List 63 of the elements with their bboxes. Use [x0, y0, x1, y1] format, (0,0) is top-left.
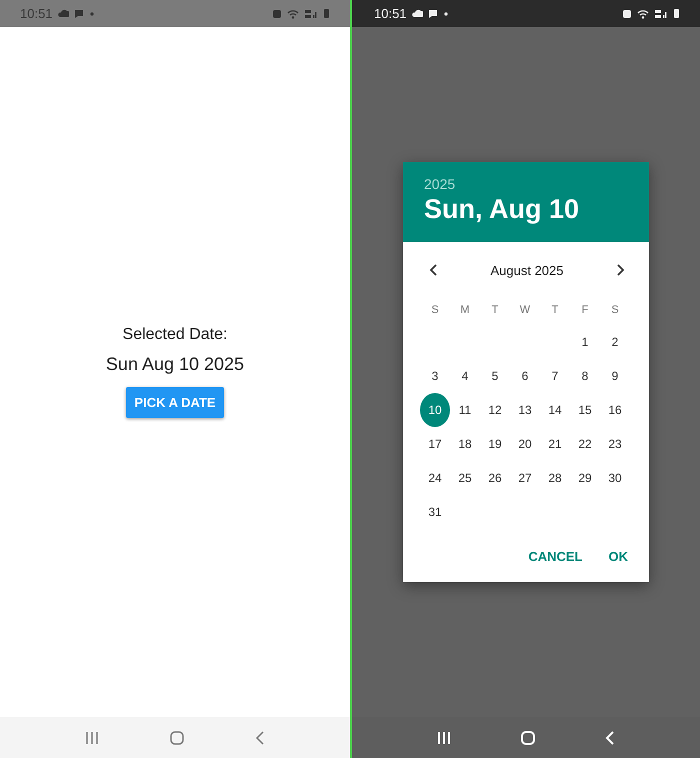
calendar-day[interactable]: 23 — [600, 427, 630, 461]
calendar-day[interactable]: 1 — [570, 325, 600, 359]
calendar-day[interactable]: 16 — [600, 393, 630, 427]
date-text: Sun, Aug 10 — [424, 194, 580, 225]
dot-icon — [442, 10, 449, 16]
calendar-day[interactable]: 6 — [510, 359, 540, 393]
weekday-label: S — [430, 303, 440, 318]
calendar-day[interactable]: 26 — [480, 461, 510, 495]
weekday-label: T — [490, 303, 500, 318]
cloud-icon — [58, 9, 69, 18]
calendar-day[interactable]: 21 — [540, 427, 570, 461]
back-icon[interactable] — [255, 730, 265, 746]
calendar-day[interactable]: 8 — [570, 359, 600, 393]
calendar-day[interactable]: 14 — [540, 393, 570, 427]
recent-apps-icon[interactable] — [85, 730, 99, 744]
calendar-day[interactable]: 24 — [420, 461, 450, 495]
calendar-day[interactable]: 17 — [420, 427, 450, 461]
weekday-label: T — [550, 303, 560, 318]
calendar-day[interactable]: 2 — [600, 325, 630, 359]
home-icon[interactable] — [169, 730, 185, 746]
calendar-day[interactable]: 20 — [510, 427, 540, 461]
weekday-label: F — [580, 303, 590, 318]
calendar-day[interactable]: 11 — [450, 393, 480, 427]
weekday-label: W — [518, 303, 532, 318]
ok-button[interactable]: OK — [596, 538, 641, 574]
wifi-icon — [637, 8, 649, 18]
calendar-day[interactable]: 29 — [570, 461, 600, 495]
chevron-left-icon[interactable] — [429, 264, 439, 276]
calendar-day[interactable]: 3 — [420, 359, 450, 393]
calendar-day[interactable]: 15 — [570, 393, 600, 427]
battery-icon — [323, 8, 330, 19]
dot-icon — [88, 10, 95, 16]
calendar-day[interactable]: 30 — [600, 461, 630, 495]
weekday-label: S — [610, 303, 620, 318]
message-icon — [428, 8, 438, 18]
message-icon — [74, 8, 84, 18]
chevron-right-icon[interactable] — [614, 264, 625, 276]
calendar-day[interactable]: 7 — [540, 359, 570, 393]
calendar-day[interactable]: 22 — [570, 427, 600, 461]
calendar-day[interactable]: 31 — [420, 495, 450, 529]
clock: 10:51 — [374, 6, 407, 21]
month-title: August 2025 — [490, 262, 564, 278]
calendar-day[interactable]: 18 — [450, 427, 480, 461]
calendar-day[interactable]: 28 — [540, 461, 570, 495]
signal-icon — [654, 8, 668, 18]
cancel-button[interactable]: CANCEL — [515, 538, 596, 574]
clock: 10:51 — [20, 6, 53, 21]
wifi-icon — [287, 8, 299, 18]
weekday-label: M — [459, 303, 471, 318]
calendar-day[interactable]: 27 — [510, 461, 540, 495]
calendar-day[interactable]: 4 — [450, 359, 480, 393]
selected-date-value: Sun Aug 10 2025 — [106, 354, 244, 375]
battery-icon — [673, 8, 680, 19]
calendar-day[interactable]: 19 — [480, 427, 510, 461]
calendar-day[interactable]: 9 — [600, 359, 630, 393]
cloud-icon — [412, 9, 423, 18]
calendar-day[interactable]: 5 — [480, 359, 510, 393]
signal-icon — [304, 8, 318, 18]
calendar-day[interactable]: 12 — [480, 393, 510, 427]
calendar-day[interactable]: 13 — [510, 393, 540, 427]
selected-date-label: Selected Date: — [122, 326, 228, 344]
selected-day[interactable]: 10 — [420, 393, 450, 427]
calendar-day[interactable]: 25 — [450, 461, 480, 495]
